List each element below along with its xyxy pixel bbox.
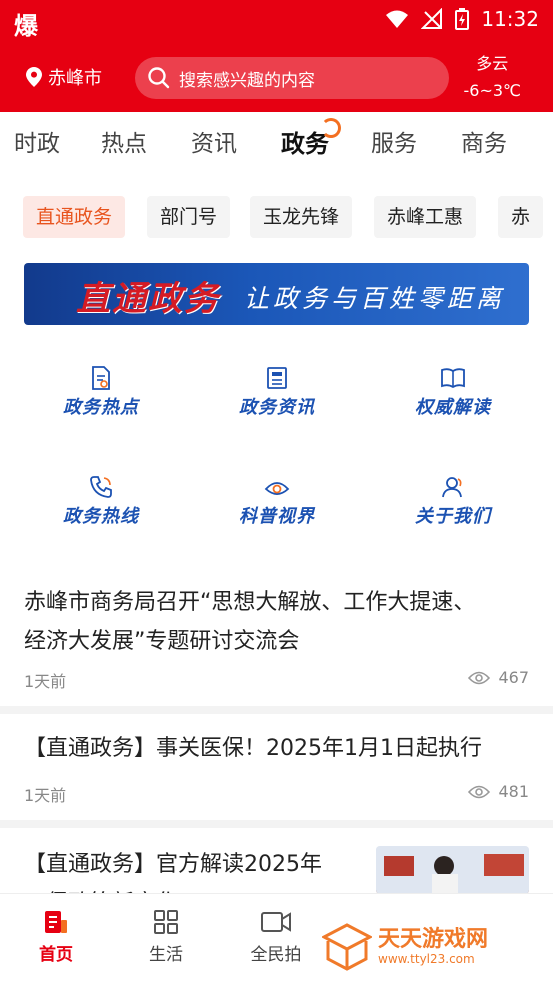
search-input[interactable]: 搜索感兴趣的内容 [135,57,449,99]
nav-home[interactable]: 首页 [16,908,96,965]
article-time: 1天前 [24,672,67,691]
divider [0,706,553,714]
article-title-line: 赤峰市商务局召开“思想大解放、工作大提速、 [24,590,476,615]
eye-icon [468,785,491,798]
video-camera-icon [261,912,291,932]
tab-politics[interactable]: 时政 [14,124,60,158]
thumbnail-photo [376,846,529,894]
grid-label: 权威解读 [415,397,491,418]
chip-department[interactable]: 部门号 [147,196,231,238]
users-icon [442,477,462,498]
status-app-icon: 爆 [14,12,38,40]
active-tab-indicator [321,118,341,138]
grid-authoritative-reading[interactable]: 权威解读 [388,366,518,419]
tab-hot[interactable]: 热点 [101,124,147,158]
channel-chips: 直通政务 部门号 玉龙先锋 赤峰工惠 赤 [23,196,553,240]
article-view-count: 467 [498,668,529,687]
tab-government-affairs-label: 政务 [281,130,329,158]
article-title-line: 三保政策新变化 [24,884,322,893]
grid-label: 关于我们 [415,506,491,527]
article-view-count: 481 [498,782,529,801]
category-tabs: 时政 热点 资讯 政务 服务 商务 [0,112,553,170]
article-item[interactable]: 赤峰市商务局召开“思想大解放、工作大提速、 经济大发展”专题研讨交流会 1天前 … [0,580,553,710]
status-bar: 爆 11:32 [0,0,553,40]
grid-gov-news[interactable]: 政务资讯 [212,366,342,419]
watermark-url: www.ttyl23.com [378,952,475,966]
chip-direct-gov[interactable]: 直通政务 [23,196,126,238]
chip-chifeng-union[interactable]: 赤峰工惠 [374,196,477,238]
search-icon [148,67,170,89]
watermark-title: 天天游戏网 [378,927,489,952]
eye-icon [468,671,491,684]
weather-temperature: -6~3℃ [463,81,521,100]
article-title-line: 经济大发展”专题研讨交流会 [24,629,300,654]
article-title: 赤峰市商务局召开“思想大解放、工作大提速、 经济大发展”专题研讨交流会 [24,583,475,661]
status-time: 11:32 [481,7,539,31]
article-title-line: 【直通政务】官方解读2025年 [24,852,322,877]
nav-life[interactable]: 生活 [126,908,206,965]
grid-apps-icon [154,910,178,934]
banner-title: 直通政务 [76,279,220,319]
eye-cloud-icon [264,482,290,495]
location-label: 赤峰市 [48,68,102,89]
direct-gov-banner[interactable]: 直通政务 让政务与百姓零距离 [24,263,529,325]
document-icon [92,366,110,390]
weather-condition: 多云 [476,54,509,73]
grid-label: 政务热点 [63,397,139,418]
weather-widget[interactable]: 多云 -6~3℃ [463,50,521,104]
wifi-icon [386,10,409,28]
book-icon [441,368,465,389]
signal-off-icon [421,8,443,29]
watermark-logo-icon [322,923,372,971]
news-icon [267,367,287,389]
location-pin-icon [26,67,42,87]
article-time: 1天前 [24,786,67,805]
tab-services[interactable]: 服务 [371,124,417,158]
nav-citizen-shoot[interactable]: 全民拍 [236,908,316,965]
nav-life-label: 生活 [149,945,183,965]
banner-subtitle: 让政务与百姓零距离 [244,284,506,313]
location-selector[interactable]: 赤峰市 [26,64,102,90]
tab-government-affairs[interactable]: 政务 [281,118,341,159]
grid-science-vision[interactable]: 科普视界 [212,475,342,528]
article-views: 467 [468,668,529,687]
nav-citizen-shoot-label: 全民拍 [250,945,302,965]
divider [0,820,553,828]
header: 赤峰市 搜索感兴趣的内容 多云 -6~3℃ [0,40,553,112]
search-placeholder: 搜索感兴趣的内容 [179,70,315,91]
chip-more[interactable]: 赤 [498,196,544,238]
chip-yulong-pioneer[interactable]: 玉龙先锋 [250,196,353,238]
battery-icon [455,8,470,30]
grid-label: 科普视界 [239,506,315,527]
article-title: 【直通政务】官方解读2025年 三保政策新变化 [24,845,322,893]
grid-gov-hotline[interactable]: 政务热线 [36,475,166,528]
article-title: 【直通政务】事关医保！2025年1月1日起执行 [24,736,482,761]
article-views: 481 [468,782,529,801]
grid-label: 政务资讯 [239,397,315,418]
nav-home-label: 首页 [39,945,73,965]
home-news-icon [45,911,67,933]
grid-gov-hotspot[interactable]: 政务热点 [36,366,166,419]
watermark: 天天游戏网 www.ttyl23.com [322,923,488,971]
article-thumbnail[interactable] [376,846,529,894]
grid-label: 政务热线 [63,506,139,527]
article-item[interactable]: 【直通政务】事关医保！2025年1月1日起执行 1天前 481 [0,714,553,824]
status-icons: 11:32 [385,7,539,31]
tab-news[interactable]: 资讯 [191,124,237,158]
grid-about-us[interactable]: 关于我们 [388,475,518,528]
tab-commerce[interactable]: 商务 [461,124,507,158]
phone-icon [90,476,112,498]
